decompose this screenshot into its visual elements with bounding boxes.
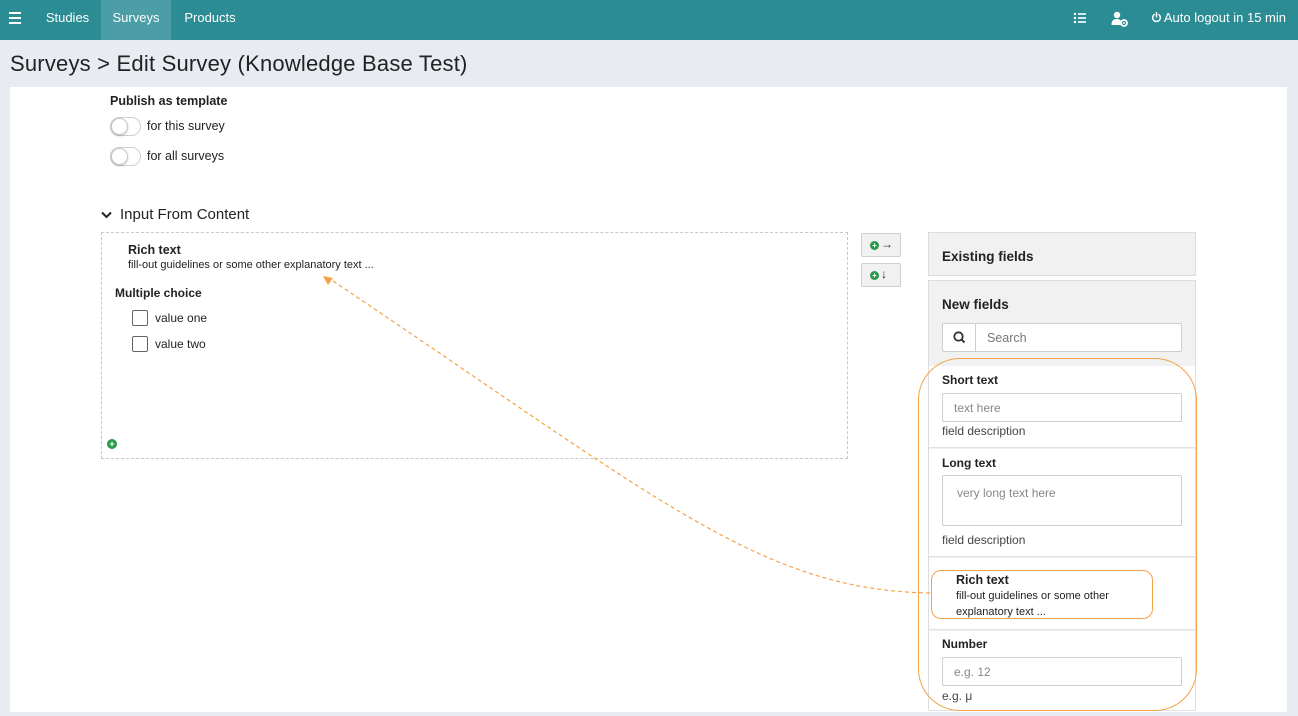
choice-label: value one — [155, 311, 208, 325]
search-icon — [943, 324, 976, 351]
section-header[interactable]: Input From Content — [101, 206, 249, 223]
tab-products[interactable]: Products — [174, 0, 246, 40]
multiple-choice-title: Multiple choice — [115, 286, 202, 300]
publish-template-label: Publish as template — [110, 94, 228, 108]
tab-surveys[interactable]: Surveys — [101, 0, 171, 40]
number-desc: e.g. μ — [942, 689, 973, 703]
power-icon — [1151, 12, 1161, 23]
section-title: Input From Content — [120, 206, 250, 223]
checkbox[interactable] — [132, 336, 148, 352]
add-down-button[interactable]: + ↓ — [861, 263, 901, 287]
existing-fields-heading: Existing fields — [942, 249, 1034, 264]
rich-text-title: Rich text — [128, 243, 181, 257]
search-input[interactable] — [977, 324, 1180, 351]
auto-logout[interactable]: Auto logout in 15 min — [1151, 0, 1286, 36]
long-text-desc: field description — [942, 533, 1026, 547]
chevron-down-icon — [101, 206, 113, 223]
top-nav: Studies Surveys Products Auto logout in … — [0, 0, 1298, 40]
tab-studies[interactable]: Studies — [35, 0, 100, 40]
page-title: Surveys > Edit Survey (Knowledge Base Te… — [10, 51, 468, 76]
toggle-this-survey[interactable] — [110, 117, 141, 136]
plus-circle-icon: + — [870, 241, 879, 250]
toggle-all-surveys[interactable] — [110, 147, 141, 166]
toggle-label: for all surveys — [147, 149, 225, 163]
number-label: Number — [942, 637, 988, 651]
add-right-button[interactable]: + → — [861, 233, 901, 257]
short-text-desc: field description — [942, 424, 1026, 438]
new-fields-heading: New fields — [942, 297, 1009, 312]
list-icon[interactable] — [1072, 10, 1090, 28]
long-text-label: Long text — [942, 456, 996, 470]
short-text-label: Short text — [942, 373, 999, 387]
long-text-input[interactable] — [942, 475, 1182, 526]
choice-label: value two — [155, 337, 206, 351]
bottom-strip — [0, 712, 1298, 716]
checkbox[interactable] — [132, 310, 148, 326]
menu-icon[interactable] — [9, 12, 21, 24]
plus-circle-icon: + — [870, 271, 879, 280]
user-settings-icon[interactable] — [1111, 10, 1129, 28]
auto-logout-label: Auto logout in 15 min — [1163, 10, 1286, 25]
number-input[interactable] — [942, 657, 1182, 686]
search-field[interactable] — [942, 323, 1182, 352]
rich-text-card-title: Rich text — [956, 573, 1009, 587]
short-text-input[interactable] — [942, 393, 1182, 422]
arrow-right-icon: → — [881, 237, 893, 251]
rich-text-card-desc: fill-out guidelines or some other explan… — [956, 590, 1109, 618]
add-field-icon[interactable]: + — [107, 439, 117, 449]
existing-fields-panel[interactable]: Existing fields — [928, 232, 1196, 276]
arrow-down-icon: ↓ — [881, 267, 887, 281]
toggle-label: for this survey — [147, 119, 225, 133]
rich-text-desc: fill-out guidelines or some other explan… — [128, 259, 374, 271]
